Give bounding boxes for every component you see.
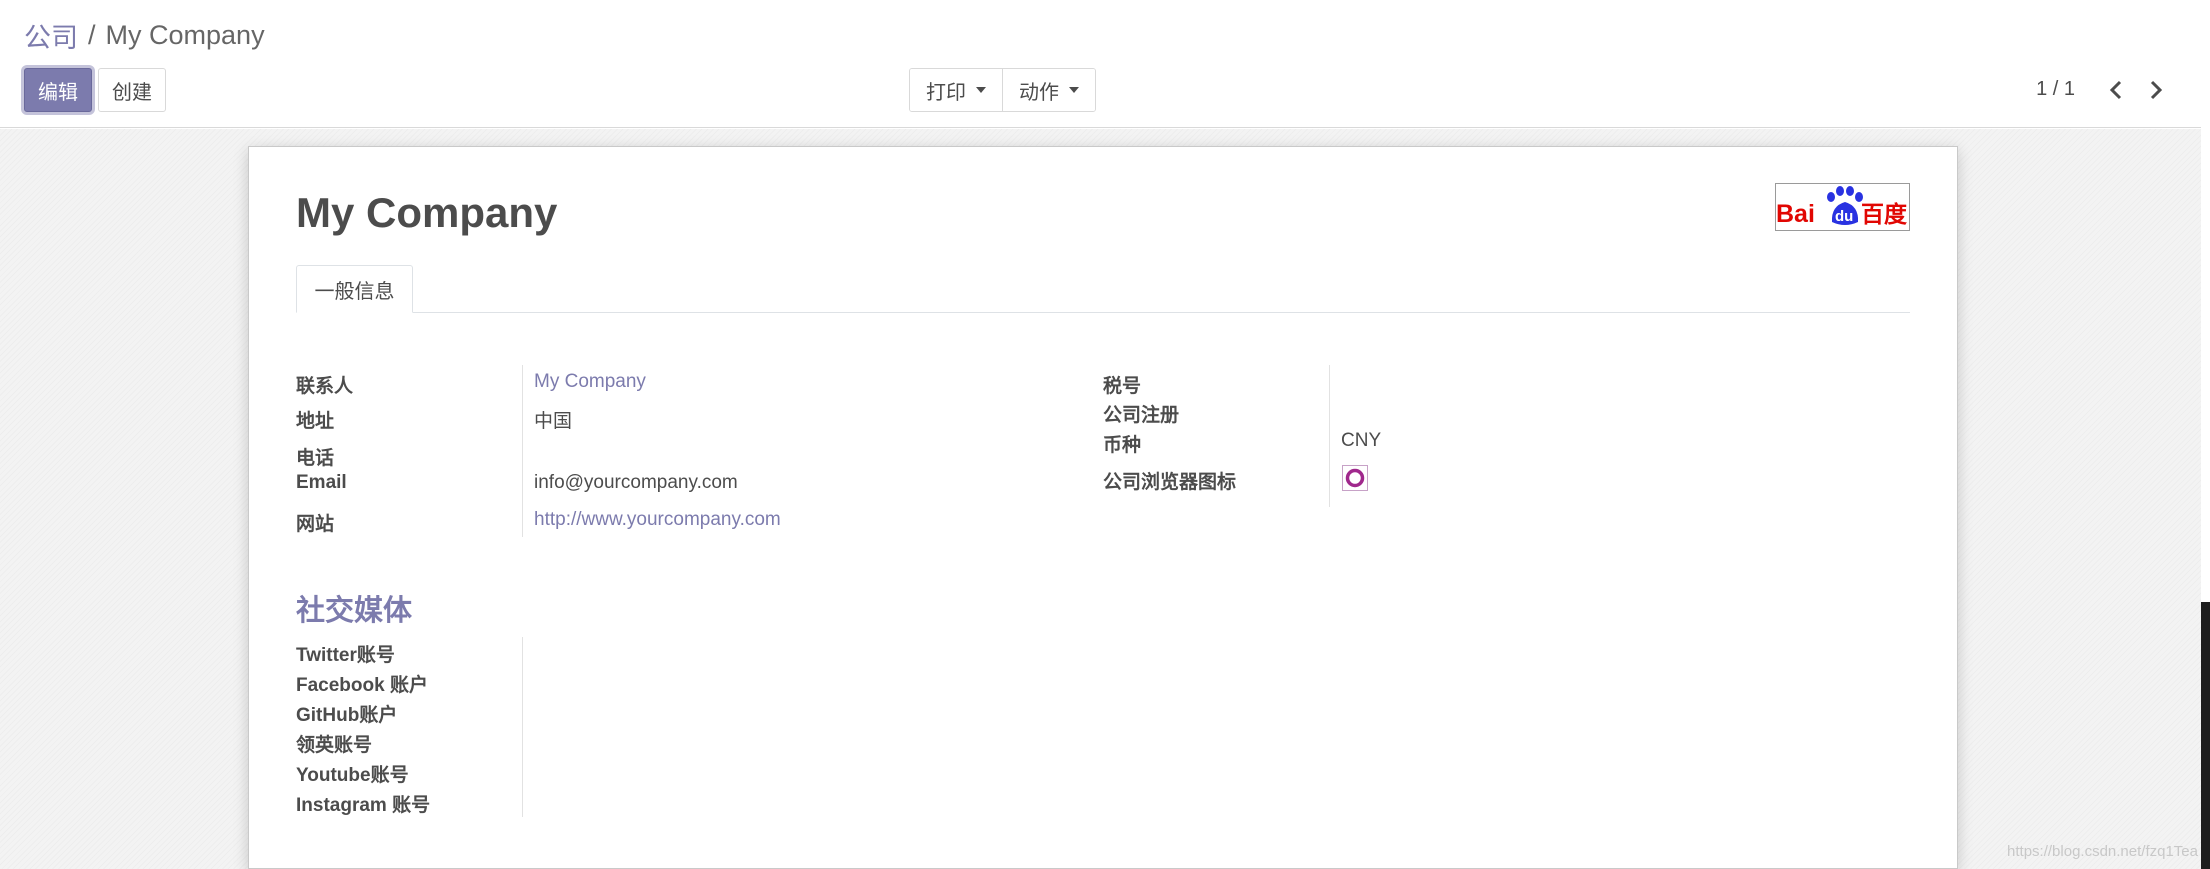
notebook-tab-divider bbox=[296, 312, 1910, 313]
print-dropdown-button[interactable]: 打印 bbox=[910, 69, 1002, 111]
address-value: 中国 bbox=[534, 411, 573, 432]
pager-next-button[interactable] bbox=[2140, 74, 2172, 106]
favicon-label: 公司浏览器图标 bbox=[1103, 472, 1237, 493]
contact-value-link[interactable]: My Company bbox=[534, 371, 646, 393]
print-label: 打印 bbox=[926, 79, 966, 104]
tab-general-info[interactable]: 一般信息 bbox=[296, 265, 413, 313]
contact-label: 联系人 bbox=[296, 376, 354, 397]
svg-text:百度: 百度 bbox=[1861, 201, 1908, 228]
pager-value[interactable]: 1 / 1 bbox=[2036, 78, 2075, 101]
form-sheet: My Company Bai du 百度 一般信息 联系人 My Company… bbox=[248, 146, 1958, 869]
website-label: 网站 bbox=[296, 514, 335, 535]
caret-down-icon bbox=[1069, 87, 1079, 93]
social-group-divider bbox=[522, 637, 523, 817]
address-label: 地址 bbox=[296, 411, 335, 432]
company-registry-label: 公司注册 bbox=[1103, 405, 1180, 426]
breadcrumb: 公司 / My Company bbox=[24, 16, 265, 55]
vat-label: 税号 bbox=[1103, 376, 1142, 397]
github-label: GitHub账户 bbox=[296, 705, 398, 726]
youtube-label: Youtube账号 bbox=[296, 765, 409, 786]
svg-text:du: du bbox=[1835, 208, 1853, 225]
edit-button[interactable]: 编辑 bbox=[24, 68, 92, 112]
action-label: 动作 bbox=[1019, 79, 1059, 104]
action-dropdown-button[interactable]: 动作 bbox=[1002, 69, 1095, 111]
chevron-right-icon bbox=[2150, 80, 2163, 100]
right-group-divider bbox=[1329, 365, 1330, 507]
website-value-link[interactable]: http://www.yourcompany.com bbox=[534, 509, 781, 531]
phone-label: 电话 bbox=[296, 448, 335, 469]
email-label: Email bbox=[296, 472, 347, 493]
control-panel: 公司 / My Company 编辑 创建 打印 动作 1 / 1 bbox=[0, 0, 2210, 128]
caret-down-icon bbox=[976, 87, 986, 93]
company-logo[interactable]: Bai du 百度 bbox=[1775, 183, 1910, 231]
watermark-text: https://blog.csdn.net/fzq1Tea bbox=[2007, 843, 2198, 860]
company-name-title: My Company bbox=[296, 189, 558, 236]
email-value: info@yourcompany.com bbox=[534, 472, 738, 493]
currency-value: CNY bbox=[1341, 430, 1382, 451]
breadcrumb-separator: / bbox=[88, 20, 96, 50]
page-scrollbar-thumb[interactable] bbox=[2201, 602, 2210, 869]
left-group-divider bbox=[522, 365, 523, 537]
ring-icon bbox=[1345, 468, 1365, 488]
pager-previous-button[interactable] bbox=[2100, 74, 2132, 106]
create-button[interactable]: 创建 bbox=[98, 68, 166, 112]
instagram-label: Instagram 账号 bbox=[296, 795, 431, 816]
chevron-left-icon bbox=[2109, 80, 2122, 100]
sidebar-action-group: 打印 动作 bbox=[909, 68, 1096, 112]
currency-label: 币种 bbox=[1103, 435, 1142, 456]
facebook-label: Facebook 账户 bbox=[296, 675, 428, 696]
social-media-section-title: 社交媒体 bbox=[296, 593, 413, 627]
company-favicon[interactable] bbox=[1342, 465, 1368, 491]
page-scrollbar[interactable] bbox=[2201, 0, 2210, 869]
twitter-label: Twitter账号 bbox=[296, 645, 395, 666]
breadcrumb-current: My Company bbox=[105, 20, 265, 50]
svg-text:Bai: Bai bbox=[1776, 200, 1815, 228]
breadcrumb-companies-link[interactable]: 公司 bbox=[24, 16, 78, 55]
baidu-logo-image: Bai du 百度 bbox=[1776, 186, 1908, 228]
linkedin-label: 领英账号 bbox=[296, 735, 373, 756]
